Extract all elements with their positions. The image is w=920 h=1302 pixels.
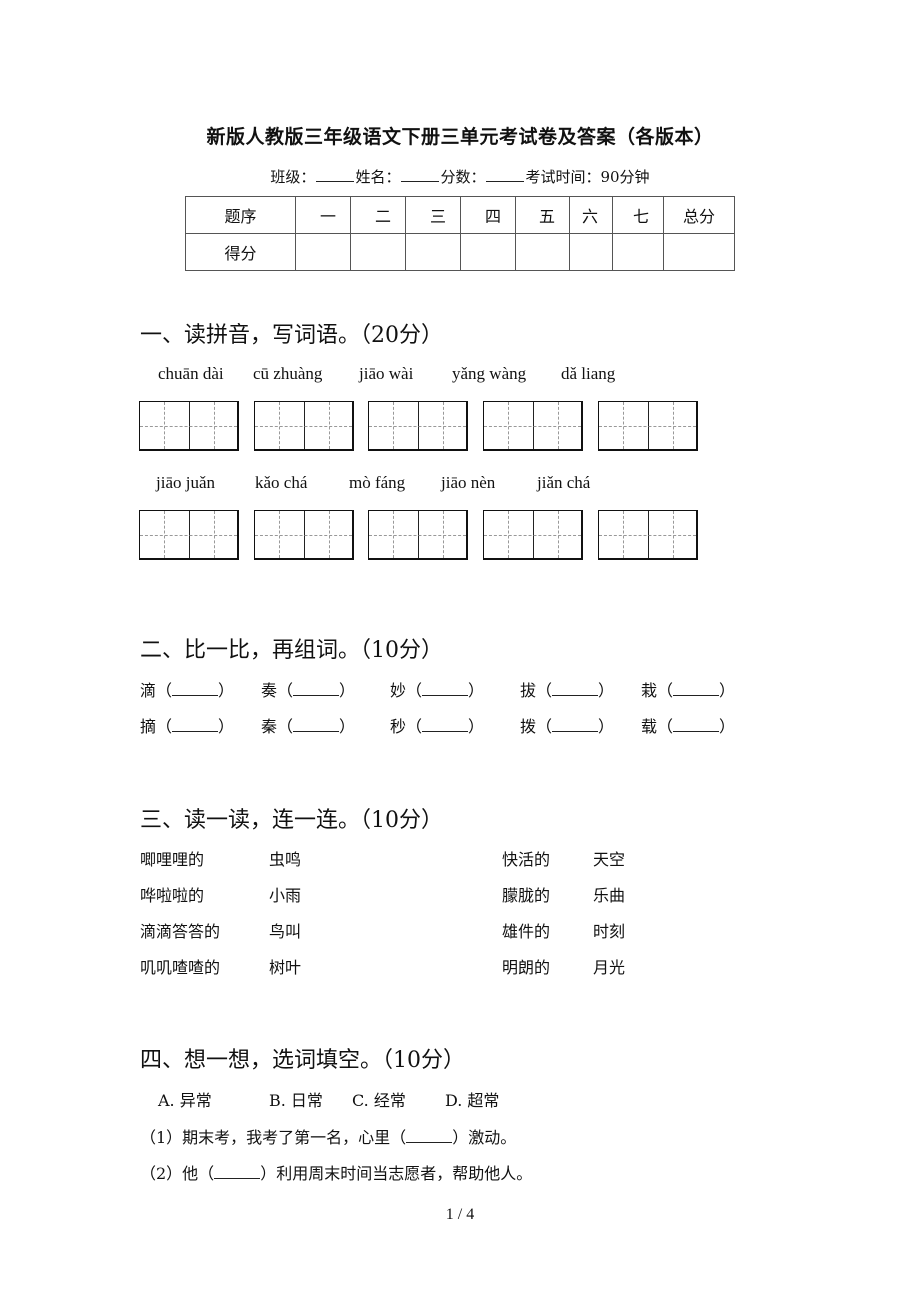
option-c: C. 经常	[352, 1091, 406, 1110]
answer-blank[interactable]	[172, 718, 219, 732]
option-d: D. 超常	[445, 1091, 500, 1110]
document-title: 新版人教版三年级语文下册三单元考试卷及答案（各版本）	[206, 126, 714, 148]
score-table-cell: 题序	[185, 196, 296, 234]
score-table-cell: 七	[612, 196, 664, 234]
answer-blank[interactable]	[406, 1129, 453, 1143]
answer-blank[interactable]	[172, 682, 219, 696]
question-2: （2）他（ ）利用周末时间当志愿者，帮助他人。	[140, 1164, 533, 1183]
writing-grid-box[interactable]	[254, 401, 354, 451]
answer-blank[interactable]	[293, 718, 340, 732]
compare-item: 拔（）	[520, 681, 615, 700]
score-input-cell[interactable]	[350, 233, 406, 271]
option-b: B. 日常	[269, 1091, 323, 1110]
score-input-cell[interactable]	[515, 233, 570, 271]
pinyin-label: jiāo nèn	[441, 473, 496, 492]
answer-blank[interactable]	[552, 682, 599, 696]
score-table-cell: 总分	[663, 196, 735, 234]
score-input-cell[interactable]	[460, 233, 516, 271]
option-a: A. 异常	[158, 1091, 212, 1110]
match-left-noun: 鸟叫	[269, 922, 302, 941]
score-input-cell[interactable]	[663, 233, 735, 271]
score-table-cell: 五	[515, 196, 570, 234]
score-input-cell[interactable]	[295, 233, 351, 271]
name-label: 姓名：	[355, 168, 401, 186]
writing-grid-box[interactable]	[139, 510, 239, 560]
match-right-phrase: 朦胧的	[502, 886, 551, 905]
match-right-phrase: 明朗的	[502, 958, 551, 977]
compare-item: 拨（）	[520, 717, 615, 736]
pinyin-label: cū zhuàng	[253, 364, 323, 383]
compare-item: 栽（）	[641, 681, 736, 700]
compare-item: 妙（）	[390, 681, 485, 700]
score-input-cell[interactable]	[569, 233, 613, 271]
name-blank	[401, 167, 440, 182]
score-table-score-row: 得分	[185, 233, 735, 271]
pinyin-label: jiāo juǎn	[156, 473, 216, 492]
compare-item: 奏（）	[261, 681, 356, 700]
pinyin-label: mò fáng	[349, 473, 406, 492]
class-blank	[316, 167, 355, 182]
compare-item: 秦（）	[261, 717, 356, 736]
score-table-header-row: 题序 一 二 三 四 五 六 七 总分	[185, 196, 735, 234]
class-label: 班级：	[270, 168, 316, 186]
match-right-phrase: 快活的	[502, 850, 551, 869]
compare-item: 秒（）	[390, 717, 485, 736]
score-table-cell: 六	[569, 196, 613, 234]
writing-grid-box[interactable]	[368, 401, 468, 451]
score-input-cell[interactable]	[405, 233, 461, 271]
writing-grid-box[interactable]	[483, 401, 583, 451]
compare-item: 载（）	[641, 717, 736, 736]
answer-blank[interactable]	[422, 718, 469, 732]
page-number: 1 / 4	[445, 1206, 475, 1223]
answer-blank[interactable]	[293, 682, 340, 696]
score-label: 分数：	[440, 168, 486, 186]
match-right-noun: 月光	[593, 958, 626, 977]
pinyin-label: jiāo wài	[359, 364, 414, 383]
match-left-phrase: 滴滴答答的	[140, 922, 221, 941]
answer-blank[interactable]	[673, 718, 720, 732]
score-blank	[486, 167, 525, 182]
match-right-phrase: 雄件的	[502, 922, 551, 941]
score-table-cell: 三	[405, 196, 461, 234]
answer-blank[interactable]	[552, 718, 599, 732]
compare-item: 滴（）	[140, 681, 235, 700]
answer-blank[interactable]	[214, 1165, 261, 1179]
score-table-cell: 一	[295, 196, 351, 234]
writing-grid-box[interactable]	[254, 510, 354, 560]
section-1-title: 一、读拼音，写词语。（20分）	[140, 323, 443, 348]
student-info-line: 班级： 姓名： 分数： 考试时间：90分钟	[0, 166, 920, 187]
writing-grid-box[interactable]	[598, 401, 698, 451]
match-left-phrase: 叽叽喳喳的	[140, 958, 221, 977]
answer-blank[interactable]	[422, 682, 469, 696]
score-table-cell: 四	[460, 196, 516, 234]
match-right-noun: 时刻	[593, 922, 626, 941]
writing-grid-box[interactable]	[598, 510, 698, 560]
question-1: （1）期末考，我考了第一名，心里（ ）激动。	[140, 1128, 517, 1147]
pinyin-label: dǎ liang	[561, 364, 616, 383]
pinyin-label: jiǎn chá	[537, 473, 591, 492]
match-left-noun: 树叶	[269, 958, 302, 977]
match-right-noun: 乐曲	[593, 886, 626, 905]
match-right-noun: 天空	[593, 850, 626, 869]
answer-blank[interactable]	[673, 682, 720, 696]
match-left-noun: 小雨	[269, 886, 302, 905]
writing-grid-box[interactable]	[368, 510, 468, 560]
section-2-title: 二、比一比，再组词。（10分）	[140, 638, 443, 663]
score-table-cell: 得分	[185, 233, 296, 271]
writing-grid-box[interactable]	[483, 510, 583, 560]
pinyin-label: kǎo chá	[255, 473, 308, 492]
section-3-title: 三、读一读，连一连。（10分）	[140, 808, 443, 833]
match-left-noun: 虫鸣	[269, 850, 302, 869]
compare-item: 摘（）	[140, 717, 235, 736]
writing-grid-box[interactable]	[139, 401, 239, 451]
pinyin-label: chuān dài	[158, 364, 224, 383]
score-table-cell: 二	[350, 196, 406, 234]
score-table: 题序 一 二 三 四 五 六 七 总分 得分	[185, 196, 735, 271]
time-label: 考试时间：90分钟	[525, 168, 650, 186]
match-left-phrase: 唧哩哩的	[140, 850, 205, 869]
match-left-phrase: 哗啦啦的	[140, 886, 205, 905]
section-4-title: 四、想一想，选词填空。（10分）	[140, 1048, 465, 1073]
score-input-cell[interactable]	[612, 233, 664, 271]
pinyin-label: yǎng wàng	[452, 364, 527, 383]
